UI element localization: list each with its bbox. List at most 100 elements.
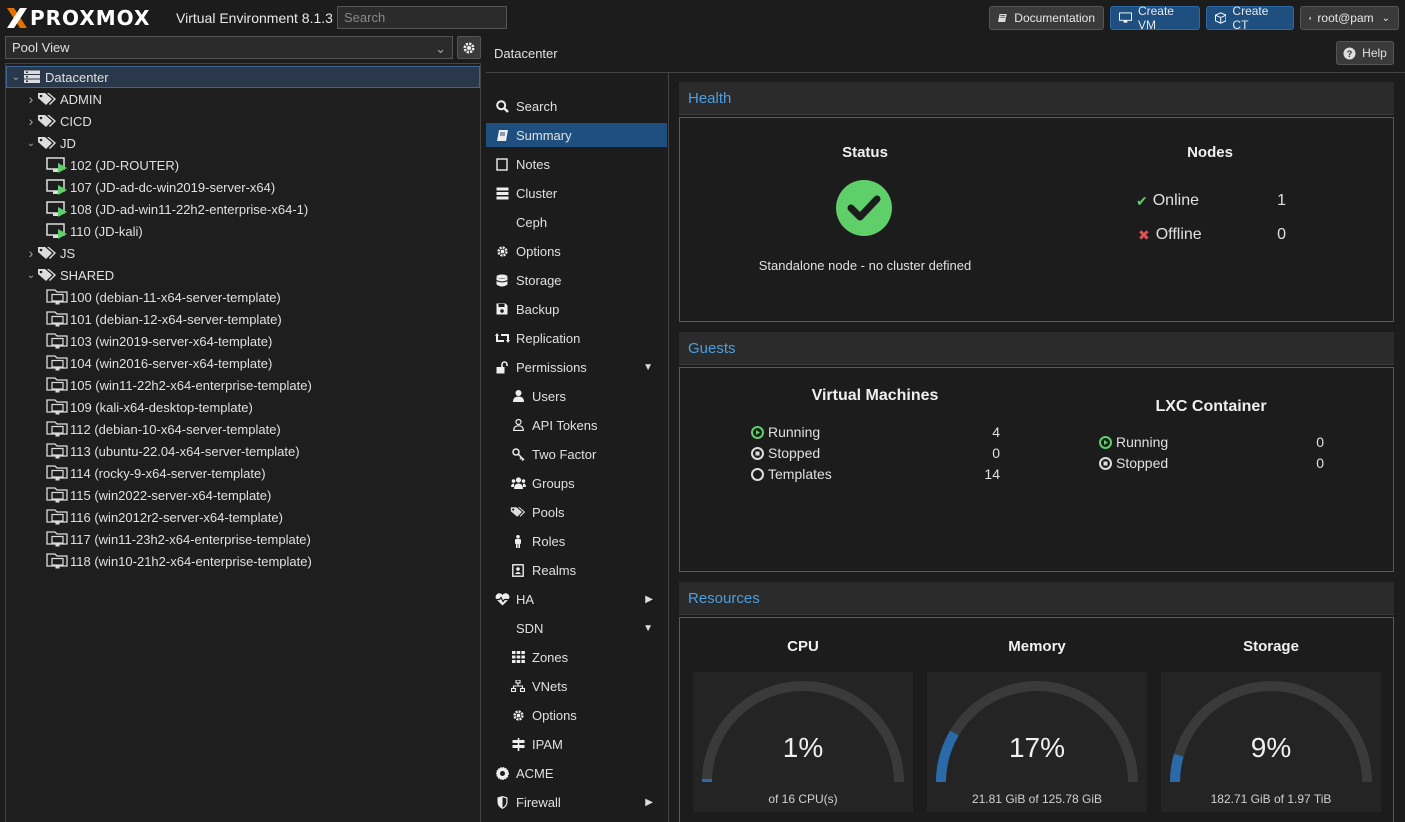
gear-icon (494, 243, 510, 259)
menu-item-ha[interactable]: HA ▶ (486, 587, 667, 611)
menu-item-search[interactable]: Search (486, 94, 667, 118)
user-icon (1309, 16, 1312, 20)
menu-item-two-factor[interactable]: Two Factor (486, 442, 667, 466)
menu-item-roles[interactable]: Roles (486, 529, 667, 553)
tree-item-label: 107 (JD-ad-dc-win2019-server-x64) (70, 179, 276, 195)
resources-title: Resources (688, 590, 760, 607)
tree-item[interactable]: 110 (JD-kali) (6, 220, 480, 242)
menu-item-acme[interactable]: ACME (486, 761, 667, 785)
tree-item[interactable]: 103 (win2019-server-x64-template) (6, 330, 480, 352)
tree-item-label: CICD (60, 113, 92, 129)
menu-item-label: Realms (532, 562, 577, 578)
user-menu-button[interactable]: root@pam ⌄ (1300, 6, 1399, 30)
menu-item-zones[interactable]: Zones (486, 645, 667, 669)
tree-item[interactable]: 109 (kali-x64-desktop-template) (6, 396, 480, 418)
tree-item[interactable]: 116 (win2012r2-server-x64-template) (6, 506, 480, 528)
create-vm-button[interactable]: Create VM (1110, 4, 1200, 32)
tree-item-label: 103 (win2019-server-x64-template) (70, 333, 273, 349)
menu-item-pools[interactable]: Pools (486, 500, 667, 524)
menu-item-label: Ceph (516, 214, 548, 230)
tree-item[interactable]: 114 (rocky-9-x64-server-template) (6, 462, 480, 484)
chevron-down-icon[interactable]: ⌄ (11, 72, 21, 83)
floppy-icon (494, 301, 510, 317)
caret-down-icon[interactable]: ▼ (643, 362, 653, 373)
menu-item-label: Pools (532, 504, 565, 520)
template-icon (46, 355, 68, 371)
check-circle-icon (836, 180, 892, 236)
play-circle-icon (751, 425, 764, 439)
offline-row: ✖ Offline (1138, 226, 1202, 244)
chevron-down-icon[interactable]: ⌄ (26, 138, 36, 149)
menu-item-summary[interactable]: Summary (486, 123, 667, 147)
search-input[interactable] (337, 6, 507, 29)
menu-item-realms[interactable]: Realms (486, 558, 667, 582)
tree-item[interactable]: 104 (win2016-server-x64-template) (6, 352, 480, 374)
menu-item-groups[interactable]: Groups (486, 471, 667, 495)
tree-settings-button[interactable] (457, 36, 481, 59)
menu-item-users[interactable]: Users (486, 384, 667, 408)
menu-item-storage[interactable]: Storage (486, 268, 667, 292)
online-label: Online (1152, 192, 1199, 209)
tree-item[interactable]: 105 (win11-22h2-x64-enterprise-template) (6, 374, 480, 396)
unlock-icon (494, 359, 510, 375)
documentation-button[interactable]: Documentation (989, 6, 1104, 30)
tree-item[interactable]: 108 (JD-ad-win11-22h2-enterprise-x64-1) (6, 198, 480, 220)
health-title: Health (688, 90, 732, 107)
lxc-stopped-count: 0 (1316, 455, 1324, 471)
help-button[interactable]: ? Help (1336, 41, 1394, 65)
chevron-down-icon[interactable]: ⌄ (26, 270, 36, 281)
proxmox-logo[interactable]: PROXMOX (6, 6, 150, 30)
menu-item-sdn[interactable]: SDN ▼ (486, 616, 667, 640)
tree-item[interactable]: 117 (win11-23h2-x64-enterprise-template) (6, 528, 480, 550)
tree-item-label: 101 (debian-12-x64-server-template) (70, 311, 282, 327)
menu-item-cluster[interactable]: Cluster (486, 181, 667, 205)
menu-item-options[interactable]: Options (486, 703, 667, 727)
menu-item-notes[interactable]: Notes (486, 152, 667, 176)
tree-item[interactable]: ⌄ Datacenter (6, 66, 480, 88)
cpu-label: CPU (787, 638, 819, 655)
tree-item[interactable]: 107 (JD-ad-dc-win2019-server-x64) (6, 176, 480, 198)
menu-item-backup[interactable]: Backup (486, 297, 667, 321)
heartbeat-icon (494, 591, 510, 607)
tree-item-label: 118 (win10-21h2-x64-enterprise-template) (70, 553, 312, 569)
menu-item-label: HA (516, 591, 535, 607)
view-selector[interactable]: Pool View ⌄ (5, 36, 453, 59)
certificate-icon (494, 765, 510, 781)
chevron-right-icon[interactable]: › (26, 91, 36, 107)
proxmox-x-icon (7, 8, 27, 28)
menu-item-options[interactable]: Options (486, 239, 667, 263)
menu-item-ceph[interactable]: Ceph (486, 210, 667, 234)
vm-running-label: Running (768, 424, 821, 440)
caret-right-icon[interactable]: ▶ (645, 594, 653, 605)
tree-item[interactable]: 101 (debian-12-x64-server-template) (6, 308, 480, 330)
tags-icon (36, 135, 58, 151)
caret-right-icon[interactable]: ▶ (645, 797, 653, 808)
tree-item[interactable]: 115 (win2022-server-x64-template) (6, 484, 480, 506)
tree-item[interactable]: ⌄ SHARED (6, 264, 480, 286)
tree-item[interactable]: 118 (win10-21h2-x64-enterprise-template) (6, 550, 480, 572)
tree-item[interactable]: ⌄ JD (6, 132, 480, 154)
breadcrumb: Datacenter (494, 46, 558, 61)
menu-item-firewall[interactable]: Firewall ▶ (486, 790, 667, 814)
tree-item[interactable]: 112 (debian-10-x64-server-template) (6, 418, 480, 440)
menu-item-ipam[interactable]: IPAM (486, 732, 667, 756)
tree-item[interactable]: › CICD (6, 110, 480, 132)
tree-item[interactable]: › ADMIN (6, 88, 480, 110)
chevron-right-icon[interactable]: › (26, 113, 36, 129)
caret-down-icon[interactable]: ▼ (643, 623, 653, 634)
tree-item[interactable]: 102 (JD-ROUTER) (6, 154, 480, 176)
menu-item-vnets[interactable]: VNets (486, 674, 667, 698)
circle-outline-icon (751, 467, 764, 481)
tree-item[interactable]: › JS (6, 242, 480, 264)
tree-item[interactable]: 113 (ubuntu-22.04-x64-server-template) (6, 440, 480, 462)
menu-item-permissions[interactable]: Permissions ▼ (486, 355, 667, 379)
cpu-percent: 1% (782, 732, 824, 763)
tree-item[interactable]: 100 (debian-11-x64-server-template) (6, 286, 480, 308)
menu-item-replication[interactable]: Replication (486, 326, 667, 350)
create-ct-button[interactable]: Create CT (1206, 4, 1294, 32)
menu-item-api-tokens[interactable]: API Tokens (486, 413, 667, 437)
chevron-right-icon[interactable]: › (26, 245, 36, 261)
template-icon (46, 377, 68, 393)
online-count: 1 (1277, 192, 1286, 209)
tags-icon (510, 504, 526, 520)
